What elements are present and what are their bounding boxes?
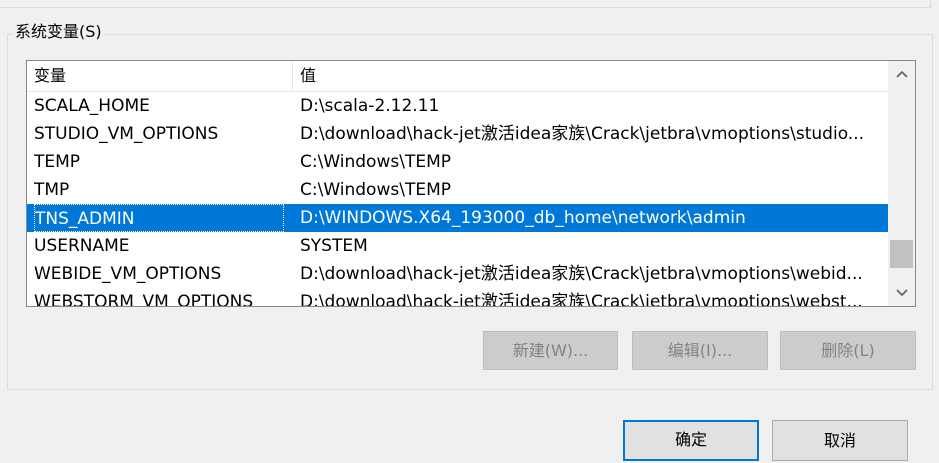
table-row[interactable]: SCALA_HOME D:\scala-2.12.11 bbox=[27, 92, 889, 120]
edit-button[interactable]: 编辑(I)... bbox=[632, 331, 768, 370]
scroll-up-button[interactable] bbox=[888, 61, 915, 87]
system-variables-title: 系统变量(S) bbox=[12, 22, 105, 42]
table-row[interactable]: WEBIDE_VM_OPTIONS D:\download\hack-jet激活… bbox=[27, 260, 889, 288]
variable-value: C:\Windows\TEMP bbox=[300, 152, 451, 172]
column-divider[interactable] bbox=[292, 61, 293, 91]
ok-button[interactable]: 确定 bbox=[623, 420, 759, 461]
variable-name: WEBSTORM_VM_OPTIONS bbox=[34, 292, 254, 307]
chevron-up-icon bbox=[895, 70, 908, 78]
delete-button[interactable]: 删除(L) bbox=[780, 331, 916, 370]
scroll-down-button[interactable] bbox=[888, 280, 915, 306]
chevron-down-icon bbox=[895, 289, 908, 297]
variable-name: STUDIO_VM_OPTIONS bbox=[34, 124, 219, 144]
table-row-selected[interactable]: TNS_ADMIN D:\WINDOWS.X64_193000_db_home\… bbox=[27, 204, 889, 232]
variable-value: D:\download\hack-jet激活idea家族\Crack\jetbr… bbox=[300, 264, 863, 284]
list-rows: SCALA_HOME D:\scala-2.12.11 STUDIO_VM_OP… bbox=[27, 92, 889, 307]
new-button[interactable]: 新建(W)... bbox=[483, 331, 618, 370]
vertical-scrollbar[interactable] bbox=[888, 61, 915, 306]
table-row[interactable]: TMP C:\Windows\TEMP bbox=[27, 176, 889, 204]
scroll-thumb[interactable] bbox=[890, 240, 913, 268]
variable-value: D:\download\hack-jet激活idea家族\Crack\jetbr… bbox=[300, 292, 863, 307]
table-row[interactable]: WEBSTORM_VM_OPTIONS D:\download\hack-jet… bbox=[27, 288, 889, 307]
system-variables-list[interactable]: 变量 值 SCALA_HOME D:\scala-2.12.11 STUDIO_… bbox=[26, 60, 916, 307]
variable-value: D:\scala-2.12.11 bbox=[300, 96, 440, 116]
variable-name: USERNAME bbox=[34, 236, 130, 256]
table-row[interactable]: USERNAME SYSTEM bbox=[27, 232, 889, 260]
variable-value: C:\Windows\TEMP bbox=[300, 180, 451, 200]
table-row[interactable]: TEMP C:\Windows\TEMP bbox=[27, 148, 889, 176]
variable-name: SCALA_HOME bbox=[34, 96, 150, 116]
variable-name: TMP bbox=[34, 180, 70, 200]
variable-name: WEBIDE_VM_OPTIONS bbox=[34, 264, 222, 284]
variable-value: D:\download\hack-jet激活idea家族\Crack\jetbr… bbox=[300, 124, 865, 144]
variable-value: D:\WINDOWS.X64_193000_db_home\network\ad… bbox=[300, 208, 746, 228]
column-header-variable[interactable]: 变量 bbox=[34, 61, 66, 91]
variable-name: TEMP bbox=[34, 152, 81, 172]
list-header: 变量 值 bbox=[27, 61, 889, 92]
user-variables-group-edge bbox=[0, 0, 931, 8]
variable-value: SYSTEM bbox=[300, 236, 368, 256]
variable-name: TNS_ADMIN bbox=[34, 204, 284, 232]
cancel-button[interactable]: 取消 bbox=[772, 420, 908, 461]
table-row[interactable]: STUDIO_VM_OPTIONS D:\download\hack-jet激活… bbox=[27, 120, 889, 148]
column-header-value[interactable]: 值 bbox=[300, 61, 316, 91]
